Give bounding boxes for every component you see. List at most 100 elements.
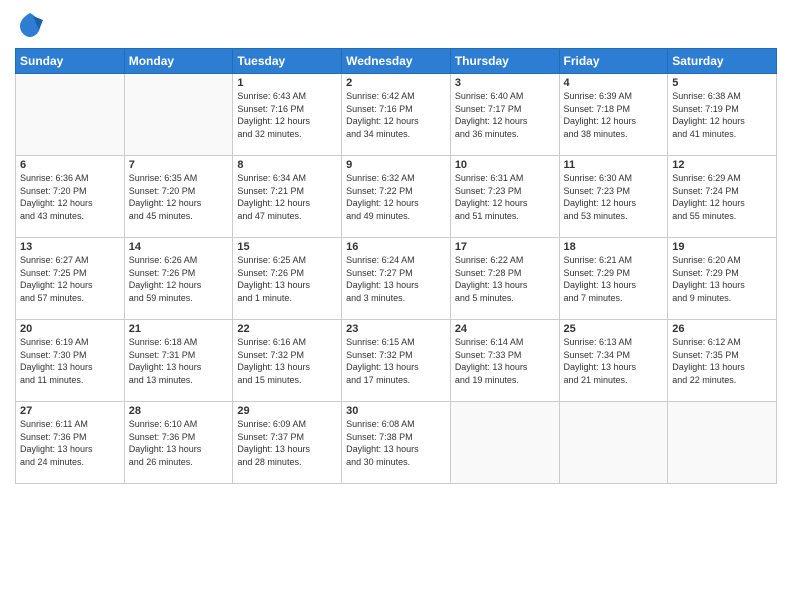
day-number: 7: [129, 159, 229, 171]
calendar-cell: [16, 74, 125, 156]
calendar-cell: 4Sunrise: 6:39 AM Sunset: 7:18 PM Daylig…: [559, 74, 668, 156]
calendar-cell: 12Sunrise: 6:29 AM Sunset: 7:24 PM Dayli…: [668, 156, 777, 238]
day-number: 3: [455, 77, 555, 89]
day-detail: Sunrise: 6:38 AM Sunset: 7:19 PM Dayligh…: [672, 90, 772, 140]
calendar-cell: 28Sunrise: 6:10 AM Sunset: 7:36 PM Dayli…: [124, 402, 233, 484]
calendar-cell: 30Sunrise: 6:08 AM Sunset: 7:38 PM Dayli…: [342, 402, 451, 484]
day-number: 17: [455, 241, 555, 253]
calendar-cell: [124, 74, 233, 156]
day-number: 29: [237, 405, 337, 417]
day-number: 24: [455, 323, 555, 335]
calendar-cell: 1Sunrise: 6:43 AM Sunset: 7:16 PM Daylig…: [233, 74, 342, 156]
calendar-cell: 20Sunrise: 6:19 AM Sunset: 7:30 PM Dayli…: [16, 320, 125, 402]
calendar-cell: 24Sunrise: 6:14 AM Sunset: 7:33 PM Dayli…: [450, 320, 559, 402]
calendar-cell: 9Sunrise: 6:32 AM Sunset: 7:22 PM Daylig…: [342, 156, 451, 238]
day-detail: Sunrise: 6:20 AM Sunset: 7:29 PM Dayligh…: [672, 254, 772, 304]
calendar-cell: 5Sunrise: 6:38 AM Sunset: 7:19 PM Daylig…: [668, 74, 777, 156]
calendar-cell: 7Sunrise: 6:35 AM Sunset: 7:20 PM Daylig…: [124, 156, 233, 238]
day-number: 8: [237, 159, 337, 171]
weekday-header-row: SundayMondayTuesdayWednesdayThursdayFrid…: [16, 49, 777, 74]
calendar-cell: 2Sunrise: 6:42 AM Sunset: 7:16 PM Daylig…: [342, 74, 451, 156]
calendar-cell: 13Sunrise: 6:27 AM Sunset: 7:25 PM Dayli…: [16, 238, 125, 320]
day-detail: Sunrise: 6:39 AM Sunset: 7:18 PM Dayligh…: [564, 90, 664, 140]
day-number: 20: [20, 323, 120, 335]
day-number: 11: [564, 159, 664, 171]
day-detail: Sunrise: 6:26 AM Sunset: 7:26 PM Dayligh…: [129, 254, 229, 304]
day-detail: Sunrise: 6:16 AM Sunset: 7:32 PM Dayligh…: [237, 336, 337, 386]
day-number: 26: [672, 323, 772, 335]
day-number: 15: [237, 241, 337, 253]
day-number: 18: [564, 241, 664, 253]
calendar-cell: [450, 402, 559, 484]
day-number: 1: [237, 77, 337, 89]
calendar-cell: 16Sunrise: 6:24 AM Sunset: 7:27 PM Dayli…: [342, 238, 451, 320]
day-detail: Sunrise: 6:35 AM Sunset: 7:20 PM Dayligh…: [129, 172, 229, 222]
weekday-header-sunday: Sunday: [16, 49, 125, 74]
calendar-cell: 29Sunrise: 6:09 AM Sunset: 7:37 PM Dayli…: [233, 402, 342, 484]
calendar-cell: 25Sunrise: 6:13 AM Sunset: 7:34 PM Dayli…: [559, 320, 668, 402]
calendar-cell: 6Sunrise: 6:36 AM Sunset: 7:20 PM Daylig…: [16, 156, 125, 238]
day-detail: Sunrise: 6:10 AM Sunset: 7:36 PM Dayligh…: [129, 418, 229, 468]
week-row-3: 13Sunrise: 6:27 AM Sunset: 7:25 PM Dayli…: [16, 238, 777, 320]
calendar-cell: 15Sunrise: 6:25 AM Sunset: 7:26 PM Dayli…: [233, 238, 342, 320]
day-detail: Sunrise: 6:43 AM Sunset: 7:16 PM Dayligh…: [237, 90, 337, 140]
calendar-cell: 17Sunrise: 6:22 AM Sunset: 7:28 PM Dayli…: [450, 238, 559, 320]
week-row-5: 27Sunrise: 6:11 AM Sunset: 7:36 PM Dayli…: [16, 402, 777, 484]
day-detail: Sunrise: 6:14 AM Sunset: 7:33 PM Dayligh…: [455, 336, 555, 386]
day-number: 28: [129, 405, 229, 417]
calendar-cell: 8Sunrise: 6:34 AM Sunset: 7:21 PM Daylig…: [233, 156, 342, 238]
day-number: 13: [20, 241, 120, 253]
day-number: 30: [346, 405, 446, 417]
day-number: 2: [346, 77, 446, 89]
weekday-header-saturday: Saturday: [668, 49, 777, 74]
day-detail: Sunrise: 6:27 AM Sunset: 7:25 PM Dayligh…: [20, 254, 120, 304]
calendar-cell: 23Sunrise: 6:15 AM Sunset: 7:32 PM Dayli…: [342, 320, 451, 402]
day-number: 25: [564, 323, 664, 335]
day-number: 14: [129, 241, 229, 253]
calendar-table: SundayMondayTuesdayWednesdayThursdayFrid…: [15, 48, 777, 484]
logo-icon: [15, 10, 45, 40]
day-number: 5: [672, 77, 772, 89]
logo: [15, 10, 48, 40]
week-row-1: 1Sunrise: 6:43 AM Sunset: 7:16 PM Daylig…: [16, 74, 777, 156]
day-detail: Sunrise: 6:29 AM Sunset: 7:24 PM Dayligh…: [672, 172, 772, 222]
week-row-2: 6Sunrise: 6:36 AM Sunset: 7:20 PM Daylig…: [16, 156, 777, 238]
day-detail: Sunrise: 6:42 AM Sunset: 7:16 PM Dayligh…: [346, 90, 446, 140]
day-number: 4: [564, 77, 664, 89]
day-number: 19: [672, 241, 772, 253]
calendar-cell: 21Sunrise: 6:18 AM Sunset: 7:31 PM Dayli…: [124, 320, 233, 402]
calendar-cell: [668, 402, 777, 484]
calendar-cell: 11Sunrise: 6:30 AM Sunset: 7:23 PM Dayli…: [559, 156, 668, 238]
calendar-cell: 3Sunrise: 6:40 AM Sunset: 7:17 PM Daylig…: [450, 74, 559, 156]
weekday-header-monday: Monday: [124, 49, 233, 74]
day-detail: Sunrise: 6:15 AM Sunset: 7:32 PM Dayligh…: [346, 336, 446, 386]
header: [15, 10, 777, 40]
day-detail: Sunrise: 6:21 AM Sunset: 7:29 PM Dayligh…: [564, 254, 664, 304]
day-detail: Sunrise: 6:18 AM Sunset: 7:31 PM Dayligh…: [129, 336, 229, 386]
day-detail: Sunrise: 6:19 AM Sunset: 7:30 PM Dayligh…: [20, 336, 120, 386]
weekday-header-tuesday: Tuesday: [233, 49, 342, 74]
day-detail: Sunrise: 6:25 AM Sunset: 7:26 PM Dayligh…: [237, 254, 337, 304]
calendar-cell: 10Sunrise: 6:31 AM Sunset: 7:23 PM Dayli…: [450, 156, 559, 238]
weekday-header-thursday: Thursday: [450, 49, 559, 74]
calendar-cell: 22Sunrise: 6:16 AM Sunset: 7:32 PM Dayli…: [233, 320, 342, 402]
day-detail: Sunrise: 6:11 AM Sunset: 7:36 PM Dayligh…: [20, 418, 120, 468]
day-detail: Sunrise: 6:08 AM Sunset: 7:38 PM Dayligh…: [346, 418, 446, 468]
calendar-cell: 14Sunrise: 6:26 AM Sunset: 7:26 PM Dayli…: [124, 238, 233, 320]
day-number: 9: [346, 159, 446, 171]
weekday-header-wednesday: Wednesday: [342, 49, 451, 74]
week-row-4: 20Sunrise: 6:19 AM Sunset: 7:30 PM Dayli…: [16, 320, 777, 402]
day-detail: Sunrise: 6:34 AM Sunset: 7:21 PM Dayligh…: [237, 172, 337, 222]
day-detail: Sunrise: 6:13 AM Sunset: 7:34 PM Dayligh…: [564, 336, 664, 386]
day-number: 21: [129, 323, 229, 335]
day-detail: Sunrise: 6:31 AM Sunset: 7:23 PM Dayligh…: [455, 172, 555, 222]
day-detail: Sunrise: 6:32 AM Sunset: 7:22 PM Dayligh…: [346, 172, 446, 222]
day-detail: Sunrise: 6:24 AM Sunset: 7:27 PM Dayligh…: [346, 254, 446, 304]
page: SundayMondayTuesdayWednesdayThursdayFrid…: [0, 0, 792, 612]
calendar-cell: 19Sunrise: 6:20 AM Sunset: 7:29 PM Dayli…: [668, 238, 777, 320]
calendar-cell: 27Sunrise: 6:11 AM Sunset: 7:36 PM Dayli…: [16, 402, 125, 484]
day-detail: Sunrise: 6:09 AM Sunset: 7:37 PM Dayligh…: [237, 418, 337, 468]
day-number: 22: [237, 323, 337, 335]
day-detail: Sunrise: 6:12 AM Sunset: 7:35 PM Dayligh…: [672, 336, 772, 386]
day-number: 10: [455, 159, 555, 171]
